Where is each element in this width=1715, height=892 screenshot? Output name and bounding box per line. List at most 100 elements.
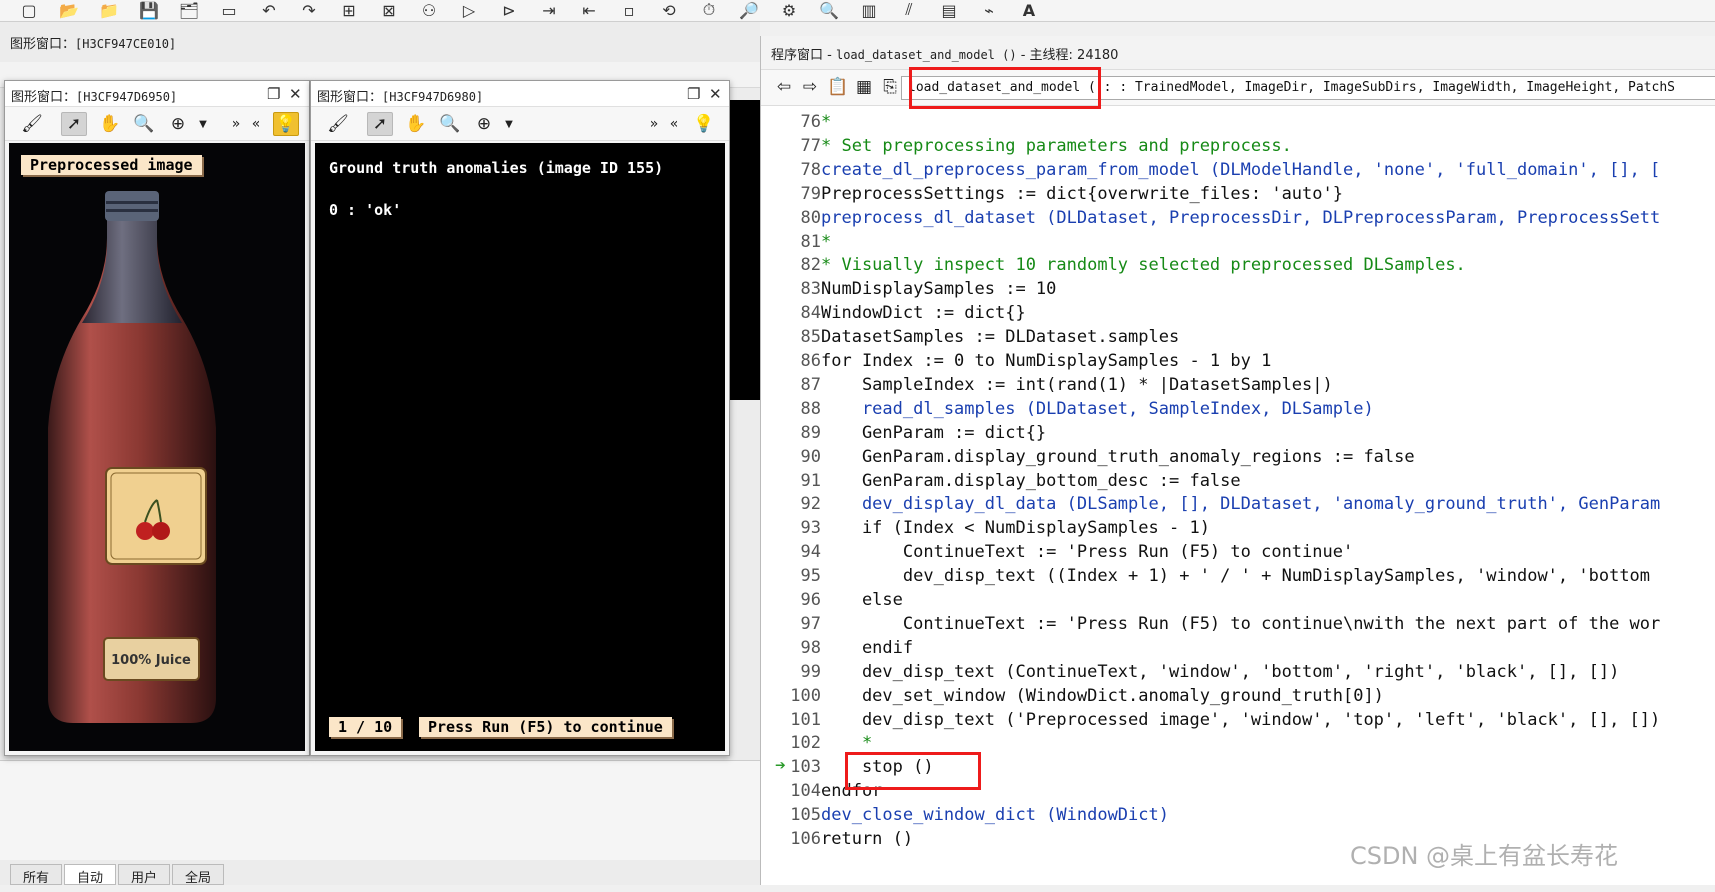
save-icon[interactable]: 💾 — [138, 0, 160, 20]
procedure-icon[interactable]: ⎘ — [877, 75, 903, 99]
code-line[interactable]: DatasetSamples := DLDataset.samples — [821, 327, 1179, 347]
insert-icon[interactable]: ⊞ — [338, 0, 360, 20]
code-line[interactable]: return () — [821, 829, 913, 849]
code-line[interactable]: GenParam := dict{} — [821, 423, 1046, 443]
restore-icon[interactable]: ❐ — [687, 85, 700, 103]
code-line[interactable]: GenParam.display_ground_truth_anomaly_re… — [821, 447, 1415, 467]
collapse-icon[interactable]: « — [661, 112, 687, 136]
binoculars-icon[interactable]: ⚇ — [418, 0, 440, 20]
line-profile-icon[interactable]: ⫽ — [898, 0, 920, 20]
code-line[interactable]: NumDisplaySamples := 10 — [821, 279, 1056, 299]
code-line[interactable]: * — [821, 112, 831, 132]
code-line[interactable]: * Visually inspect 10 randomly selected … — [821, 255, 1466, 275]
stop-icon[interactable]: ▫ — [618, 0, 640, 20]
clipboard-icon[interactable]: 📋 — [825, 75, 851, 99]
code-line[interactable]: WindowDict := dict{} — [821, 303, 1026, 323]
tab-all[interactable]: 所有 — [10, 864, 63, 886]
graphics-window-2-id: [H3CF947D6980] — [382, 90, 484, 104]
new-file-icon[interactable]: ▢ — [18, 0, 40, 20]
close-icon[interactable]: ✕ — [289, 85, 302, 103]
delete-icon[interactable]: ⊠ — [378, 0, 400, 20]
collapse-icon[interactable]: « — [243, 112, 269, 136]
assistant-icon[interactable]: ⚙ — [778, 0, 800, 20]
code-line[interactable]: preprocess_dl_dataset (DLDataset, Prepro… — [821, 208, 1660, 228]
open-icon[interactable]: 📂 — [58, 0, 80, 20]
code-line[interactable]: * — [821, 733, 872, 753]
step-over-icon[interactable]: ⊳ — [498, 0, 520, 20]
code-line[interactable]: * — [821, 232, 831, 252]
line-number: 77 — [800, 135, 821, 156]
zoom-in-icon[interactable]: ⊕ — [165, 112, 191, 136]
profile-icon[interactable]: ⏱ — [698, 0, 720, 20]
undo-icon[interactable]: ↶ — [258, 0, 280, 20]
code-line[interactable]: endif — [821, 638, 913, 658]
code-line[interactable]: dev_disp_text (ContinueText, 'window', '… — [821, 662, 1619, 682]
variable-tabs: 所有 自动 用户 全局 — [10, 864, 226, 886]
feature-icon[interactable]: ⌁ — [978, 0, 1000, 20]
close-icon[interactable]: ✕ — [709, 85, 722, 103]
graphics-window-1-title: 图形窗口：[H3CF947D6950] — [5, 81, 309, 107]
clear-brush-icon[interactable]: 🖌 — [325, 112, 351, 136]
clear-brush-icon[interactable]: 🖌 — [19, 112, 45, 136]
inspect-icon[interactable]: 🔎 — [738, 0, 760, 20]
pointer-icon[interactable]: ➚ — [61, 112, 87, 136]
code-line[interactable]: ContinueText := 'Press Run (F5) to conti… — [821, 614, 1660, 634]
step-into-icon[interactable]: ⇥ — [538, 0, 560, 20]
font-icon[interactable]: A — [1018, 0, 1040, 20]
code-line[interactable]: ContinueText := 'Press Run (F5) to conti… — [821, 542, 1353, 562]
save-all-icon[interactable]: 🗂 — [178, 0, 200, 20]
zoom-icon[interactable]: 🔍 — [437, 112, 463, 136]
histogram-icon[interactable]: ▥ — [858, 0, 880, 20]
lightbulb-icon[interactable]: 💡 — [691, 112, 717, 136]
preprocessed-image-label: Preprocessed image — [21, 155, 202, 175]
graphics-canvas-2[interactable]: Ground truth anomalies (image ID 155) 0 … — [315, 143, 725, 751]
tab-user[interactable]: 用户 — [118, 864, 171, 886]
code-line[interactable]: GenParam.display_bottom_desc := false — [821, 471, 1241, 491]
line-number: 95 — [800, 566, 821, 587]
zoom-in-icon[interactable]: ⊕ — [471, 112, 497, 136]
code-line[interactable]: dev_disp_text ('Preprocessed image', 'wi… — [821, 710, 1660, 730]
code-line[interactable]: PreprocessSettings := dict{overwrite_fil… — [821, 184, 1343, 204]
code-line[interactable]: else — [821, 590, 903, 610]
back-icon[interactable]: ⇦ — [771, 75, 797, 99]
forward-icon[interactable]: ⇨ — [797, 75, 823, 99]
code-line[interactable]: create_dl_preprocess_param_from_model (D… — [821, 160, 1660, 180]
tab-auto[interactable]: 自动 — [64, 864, 117, 886]
line-number: 92 — [800, 494, 821, 515]
variable-window — [0, 760, 760, 860]
code-line[interactable]: dev_disp_text ((Index + 1) + ' / ' + Num… — [821, 566, 1650, 586]
code-line[interactable]: read_dl_samples (DLDataset, SampleIndex,… — [821, 399, 1374, 419]
window-icon[interactable]: ▭ — [218, 0, 240, 20]
graphics-canvas-1[interactable]: 100% Juice Preprocessed image — [9, 143, 305, 751]
graphics-window-1-id: [H3CF947D6950] — [76, 90, 178, 104]
chevron-down-icon[interactable]: ▼ — [190, 112, 216, 136]
code-line[interactable]: dev_close_window_dict (WindowDict) — [821, 805, 1169, 825]
chevron-down-icon[interactable]: ▼ — [496, 112, 522, 136]
open-folder-icon[interactable]: 📁 — [98, 0, 120, 20]
gray-icon[interactable]: ▤ — [938, 0, 960, 20]
code-line[interactable]: * Set preprocessing parameters and prepr… — [821, 136, 1292, 156]
run-icon[interactable]: ▷ — [458, 0, 480, 20]
lightbulb-icon[interactable]: 💡 — [273, 112, 299, 136]
line-number: 89 — [800, 422, 821, 443]
grid-icon[interactable]: ▦ — [851, 75, 877, 99]
code-line[interactable]: dev_set_window (WindowDict.anomaly_groun… — [821, 686, 1384, 706]
reset-icon[interactable]: ⟲ — [658, 0, 680, 20]
code-line[interactable]: for Index := 0 to NumDisplaySamples - 1 … — [821, 351, 1271, 371]
code-line[interactable]: if (Index < NumDisplaySamples - 1) — [821, 518, 1210, 538]
redo-icon[interactable]: ↷ — [298, 0, 320, 20]
line-number: 80 — [800, 207, 821, 228]
code-line[interactable]: SampleIndex := int(rand(1) * |DatasetSam… — [821, 375, 1333, 395]
pointer-icon[interactable]: ➚ — [367, 112, 393, 136]
program-counter-arrow-icon: ➔ — [775, 755, 786, 777]
step-out-icon[interactable]: ⇤ — [578, 0, 600, 20]
tab-global[interactable]: 全局 — [172, 864, 225, 886]
restore-icon[interactable]: ❐ — [267, 85, 280, 103]
zoom-icon[interactable]: 🔍 — [818, 0, 840, 20]
code-line[interactable]: dev_display_dl_data (DLSample, [], DLDat… — [821, 494, 1660, 514]
pan-hand-icon[interactable]: ✋ — [97, 112, 123, 136]
line-number: 93 — [800, 518, 821, 539]
zoom-icon[interactable]: 🔍 — [131, 112, 157, 136]
pan-hand-icon[interactable]: ✋ — [403, 112, 429, 136]
line-number: 79 — [800, 183, 821, 204]
